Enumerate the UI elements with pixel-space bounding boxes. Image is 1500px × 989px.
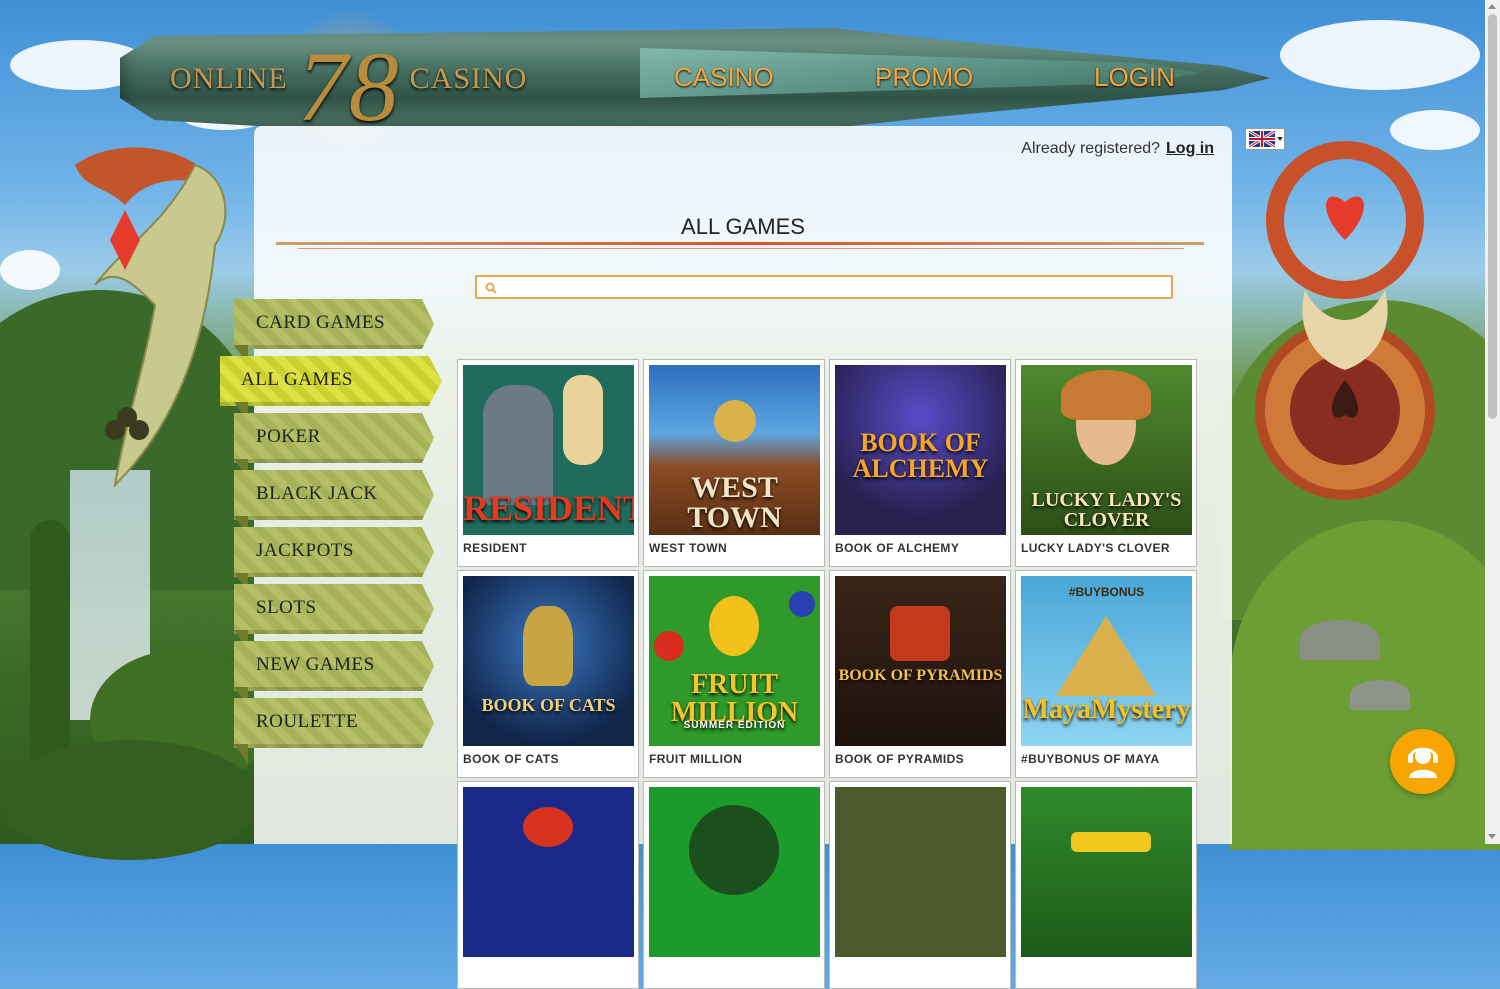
uk-flag-icon bbox=[1249, 131, 1275, 147]
game-tile-fruit-million[interactable]: FRUIT MILLION SUMMER EDITION FRUIT MILLI… bbox=[643, 570, 825, 778]
game-thumbnail: BOOK OF CATS bbox=[463, 576, 634, 746]
game-name: BOOK OF CATS bbox=[463, 752, 559, 766]
category-slots[interactable]: SLOTS bbox=[234, 584, 434, 634]
category-label: ALL GAMES bbox=[241, 369, 353, 390]
game-thumbnail: BOOK OF ALCHEMY bbox=[835, 365, 1006, 535]
nav-casino[interactable]: CASINO bbox=[674, 62, 774, 93]
nav-login[interactable]: LOGIN bbox=[1094, 62, 1175, 93]
category-card-games[interactable]: CARD GAMES bbox=[234, 299, 434, 349]
category-roulette[interactable]: ROULETTE bbox=[234, 698, 434, 748]
game-tile-west-town[interactable]: WEST TOWN WEST TOWN bbox=[643, 359, 825, 567]
game-thumbnail: FRUIT MILLION SUMMER EDITION bbox=[649, 576, 820, 746]
game-art-title: BOOK OF CATS bbox=[481, 695, 616, 715]
category-label: SLOTS bbox=[256, 597, 317, 618]
game-thumbnail bbox=[1021, 787, 1192, 957]
game-thumbnail bbox=[835, 787, 1006, 957]
login-prompt: Already registered? Log in bbox=[1021, 140, 1214, 158]
game-thumbnail: RESIDENT bbox=[463, 365, 634, 535]
category-poker[interactable]: POKER bbox=[234, 413, 434, 463]
game-art-badge: #BUYBONUS bbox=[1068, 585, 1145, 599]
game-name: RESIDENT bbox=[463, 541, 527, 555]
support-agent-icon bbox=[1408, 747, 1438, 778]
logo-text-left: ONLINE bbox=[170, 62, 288, 95]
game-art-subtitle: SUMMER EDITION bbox=[683, 720, 786, 731]
lady-figure-right bbox=[1255, 141, 1435, 500]
search-box bbox=[475, 275, 1173, 299]
game-thumbnail: BOOK OF PYRAMIDS bbox=[835, 576, 1006, 746]
game-tile[interactable] bbox=[1015, 781, 1197, 989]
language-selector[interactable] bbox=[1245, 128, 1285, 150]
game-tile-buybonus-of-maya[interactable]: #BUYBONUS MayaMystery #BUYBONUS OF MAYA bbox=[1015, 570, 1197, 778]
game-tile-book-of-pyramids[interactable]: BOOK OF PYRAMIDS BOOK OF PYRAMIDS bbox=[829, 570, 1011, 778]
nav-promo[interactable]: PROMO bbox=[875, 62, 973, 93]
search-icon bbox=[485, 282, 497, 294]
category-all-games[interactable]: ALL GAMES bbox=[220, 356, 442, 406]
scroll-down-arrow-icon[interactable] bbox=[1488, 834, 1496, 839]
game-name: BOOK OF PYRAMIDS bbox=[835, 752, 965, 766]
category-jackpots[interactable]: JACKPOTS bbox=[234, 527, 434, 577]
title-divider-thin bbox=[298, 248, 1184, 249]
game-tile[interactable] bbox=[829, 781, 1011, 989]
logo-text-right: CASINO bbox=[409, 62, 528, 95]
live-chat-button[interactable] bbox=[1390, 729, 1455, 794]
category-label: POKER bbox=[256, 426, 321, 447]
game-thumbnail: WEST TOWN bbox=[649, 365, 820, 535]
page-scrollbar[interactable] bbox=[1485, 0, 1500, 844]
game-tile[interactable] bbox=[643, 781, 825, 989]
site-logo[interactable]: ONLINE 78 CASINO bbox=[170, 37, 528, 137]
game-art-title: FRUIT MILLION bbox=[670, 669, 799, 728]
game-tile[interactable] bbox=[457, 781, 639, 989]
category-label: BLACK JACK bbox=[256, 483, 378, 504]
category-new-games[interactable]: NEW GAMES bbox=[234, 641, 434, 691]
category-label: ROULETTE bbox=[256, 711, 359, 732]
game-name: FRUIT MILLION bbox=[649, 752, 743, 766]
game-thumbnail: LUCKY LADY'S CLOVER bbox=[1021, 365, 1192, 535]
scrollbar-thumb[interactable] bbox=[1488, 14, 1497, 419]
game-tile-book-of-alchemy[interactable]: BOOK OF ALCHEMY BOOK OF ALCHEMY bbox=[829, 359, 1011, 567]
game-art-title: BOOK OF ALCHEMY bbox=[852, 428, 989, 483]
category-label: NEW GAMES bbox=[256, 654, 375, 675]
already-registered-text: Already registered? bbox=[1021, 140, 1161, 157]
game-art-title: WEST TOWN bbox=[687, 471, 782, 534]
game-name: LUCKY LADY'S CLOVER bbox=[1021, 541, 1170, 555]
category-label: JACKPOTS bbox=[256, 540, 354, 561]
game-name: #BUYBONUS OF MAYA bbox=[1021, 752, 1160, 766]
lady-figure-left bbox=[75, 147, 227, 488]
game-tile-resident[interactable]: RESIDENT RESIDENT bbox=[457, 359, 639, 567]
search-input[interactable] bbox=[503, 277, 1167, 299]
category-label: CARD GAMES bbox=[256, 312, 386, 333]
game-thumbnail bbox=[649, 787, 820, 957]
game-thumbnail bbox=[463, 787, 634, 957]
game-art-title: RESIDENT bbox=[463, 488, 634, 528]
game-tile-lucky-ladys-clover[interactable]: LUCKY LADY'S CLOVER LUCKY LADY'S CLOVER bbox=[1015, 359, 1197, 567]
game-art-title: BOOK OF PYRAMIDS bbox=[838, 667, 1003, 684]
chevron-down-icon bbox=[1277, 137, 1283, 141]
heart-suit-icon bbox=[1326, 196, 1364, 240]
game-art-title: LUCKY LADY'S CLOVER bbox=[1031, 489, 1182, 531]
game-thumbnail: #BUYBONUS MayaMystery bbox=[1021, 576, 1192, 746]
game-name: BOOK OF ALCHEMY bbox=[835, 541, 960, 555]
scroll-up-arrow-icon[interactable] bbox=[1488, 4, 1496, 9]
game-tile-book-of-cats[interactable]: BOOK OF CATS BOOK OF CATS bbox=[457, 570, 639, 778]
game-art-title: MayaMystery bbox=[1022, 694, 1191, 725]
game-name: WEST TOWN bbox=[649, 541, 728, 555]
login-link[interactable]: Log in bbox=[1166, 140, 1214, 157]
category-black-jack[interactable]: BLACK JACK bbox=[234, 470, 434, 520]
logo-number: 78 bbox=[297, 31, 400, 142]
title-divider bbox=[276, 242, 1204, 245]
page-title: ALL GAMES bbox=[681, 214, 805, 239]
